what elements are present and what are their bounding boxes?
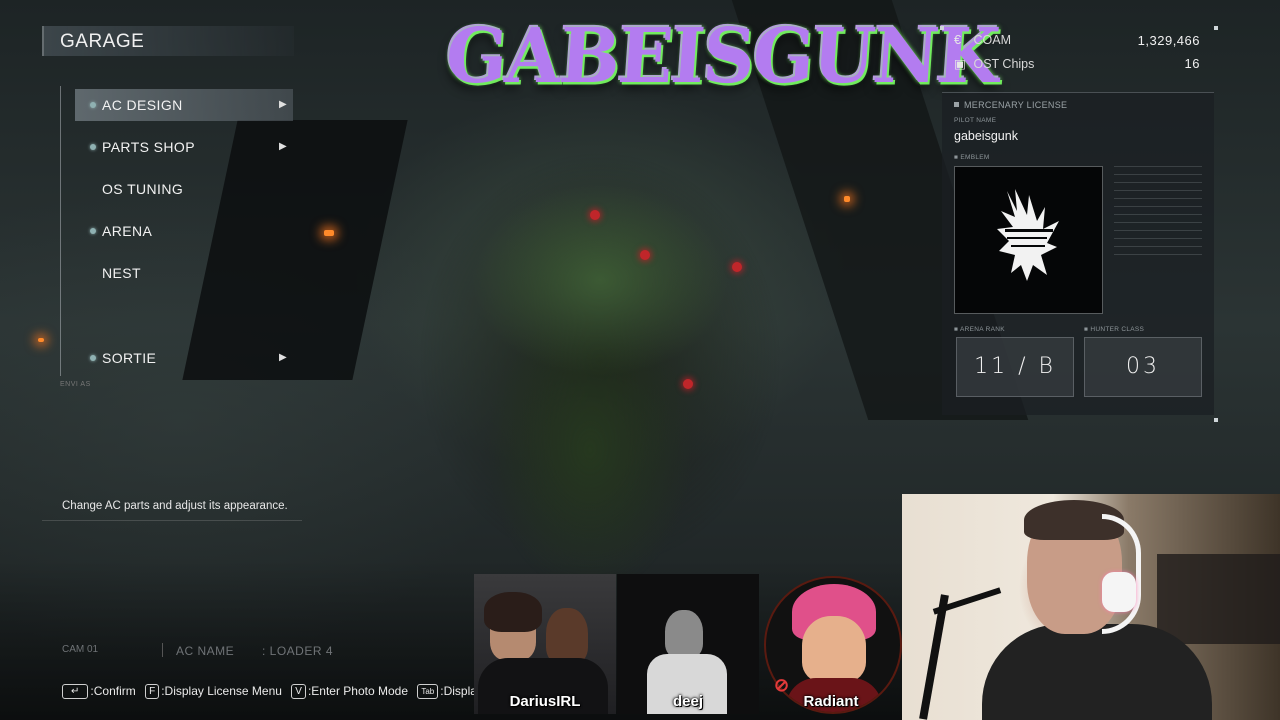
arrow-right-icon: ▶ [279,352,287,363]
arrow-right-icon: ▶ [279,99,287,110]
control-license-menu[interactable]: F:Display License Menu [145,684,282,699]
enter-key-icon: ↵ [62,684,89,699]
pilot-name: gabeisgunk [954,129,1018,143]
coam-icon: € [954,33,961,47]
hunter-class-value: 03 [1126,354,1160,379]
headphone-cup [1102,572,1136,612]
menu-rail [60,86,61,376]
streamer-logo: GABEISGUNK [443,10,1001,101]
ac-name-value: : LOADER 4 [262,644,334,658]
control-tab-display[interactable]: Tab:Displa [417,684,477,699]
menu-item-label: AC DESIGN [102,97,183,113]
tab-key-icon: Tab [417,684,439,699]
streamer-body [982,624,1212,720]
menu-item-sortie[interactable]: SORTIE ▶ [75,342,293,374]
bullet-icon [90,228,96,234]
f-key-icon: F [145,684,160,699]
currency-value: 1,329,466 [1137,33,1200,48]
page-title: GARAGE [60,31,145,52]
control-photo-mode[interactable]: V:Enter Photo Mode [291,684,408,699]
hangar-light [324,230,334,236]
menu-item-label: PARTS SHOP [102,139,195,155]
mercenary-license-panel: MERCENARY LICENSE PILOT NAME gabeisgunk … [942,92,1214,415]
hangar-light [844,196,850,202]
bullet-icon [90,355,96,361]
control-label: :Display License Menu [161,684,282,698]
frame-corner [1214,26,1218,30]
arrow-right-icon: ▶ [279,141,287,152]
currency-ost-chips: ▣ OST Chips [954,56,1034,71]
arena-rank-label: ■ ARENA RANK [954,326,1005,333]
menu-item-label: SORTIE [102,350,157,366]
menu-item-nest[interactable]: NEST [75,257,293,289]
guest-tile-radiant: ⊘ Radiant [760,574,902,714]
currency-label: OST Chips [973,57,1035,71]
guest-face [546,608,588,664]
guest-tile-dariusirl: DariusIRL [474,574,616,714]
control-label: :Enter Photo Mode [307,684,408,698]
guest-face [665,610,703,658]
mech-lamp [590,210,600,220]
hunter-class-box: 03 [1084,337,1202,397]
pilot-name-label: PILOT NAME [954,117,997,124]
hangar-light [38,338,44,342]
garage-header: GARAGE [42,26,294,56]
emblem [954,166,1103,314]
currency-label: COAM [973,33,1011,47]
menu-item-label: NEST [102,265,141,281]
menu-item-label: ARENA [102,223,153,239]
menu-footer-tag: ENVI AS [60,381,91,388]
controls-bar: ↵:Confirm F:Display License Menu V:Enter… [62,684,483,702]
guest-name: Radiant [803,693,859,710]
menu-item-parts-shop[interactable]: PARTS SHOP ▶ [75,131,293,163]
chip-icon: ▣ [954,57,966,71]
emblem-label: ■ EMBLEM [954,154,990,161]
frame-corner [1214,418,1218,422]
frame-corner [940,26,944,30]
armored-core-mech [390,120,810,590]
menu-item-arena[interactable]: ARENA [75,215,293,247]
guest-hair [484,592,542,632]
menu-item-os-tuning[interactable]: OS TUNING [75,173,293,205]
control-confirm[interactable]: ↵:Confirm [62,684,136,699]
v-key-icon: V [291,684,306,699]
mech-lamp [683,379,693,389]
bird-emblem-icon [997,189,1059,281]
guest-name: deej [672,693,703,710]
guest-name: DariusIRL [509,693,581,710]
guest-face [802,616,866,682]
ac-name-label: AC NAME [176,644,235,658]
bullet-icon [90,144,96,150]
decorative-lines [1114,166,1202,286]
arena-rank-box: 11 / B [956,337,1074,397]
hunter-class-label: ■ HUNTER CLASS [1084,326,1145,333]
currency-coam: € COAM [954,33,1011,47]
divider [42,520,302,521]
menu-item-label: OS TUNING [102,181,184,197]
menu-description: Change AC parts and adjust its appearanc… [62,500,288,512]
arena-rank-value: 11 / B [974,354,1056,379]
background-shelf [1157,554,1280,644]
mech-lamp [732,262,742,272]
menu-item-ac-design[interactable]: AC DESIGN ▶ [75,89,293,121]
mech-lamp [640,250,650,260]
guest-tile-deej: deej [617,574,759,714]
streamer-webcam [902,494,1280,720]
camera-label: CAM 01 [62,644,99,655]
divider [162,643,163,657]
control-label: :Displa [440,684,477,698]
currency-value: 16 [1184,56,1200,71]
control-label: :Confirm [90,684,136,698]
bullet-icon [90,102,96,108]
license-header: MERCENARY LICENSE [954,100,1067,110]
